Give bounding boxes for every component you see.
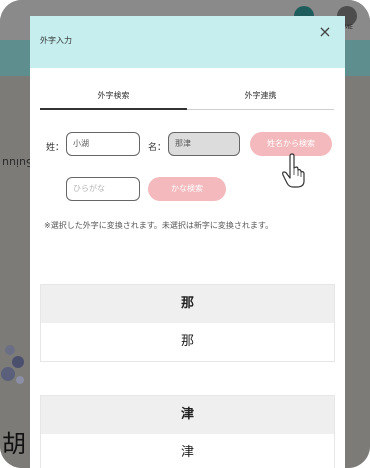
background-kanji: 胡 <box>2 430 26 458</box>
result-card-header: 津 <box>41 396 334 434</box>
surname-input[interactable]: 小湖 <box>66 132 140 156</box>
result-card: 津 津 <box>40 395 335 468</box>
tab-gaiji-search[interactable]: 外字検索 <box>40 86 187 110</box>
conversion-note: ※選択した外字に変換されます。未選択は新字に変換されます。 <box>44 221 274 230</box>
modal-header: 外字入力 × <box>30 16 345 68</box>
tab-gaiji-link[interactable]: 外字連携 <box>187 86 334 110</box>
result-card: 那 那 <box>40 284 335 362</box>
flower-decoration-icon <box>1 345 24 384</box>
kana-input[interactable]: ひらがな <box>66 177 140 201</box>
close-icon[interactable]: × <box>313 20 337 44</box>
given-name-input[interactable]: 那津 <box>168 132 240 156</box>
screen: ME Suiuu 胡 外字入力 × 外字検索 外字連携 姓： 小湖 名： 那津 … <box>0 0 370 468</box>
background-side-text: ME <box>344 24 353 31</box>
background-left-text: Suiuu <box>2 156 33 169</box>
tab-bar: 外字検索 外字連携 <box>40 86 335 110</box>
result-option[interactable]: 津 <box>41 434 334 468</box>
given-name-label: 名： <box>148 143 167 153</box>
hand-pointer-icon <box>282 153 305 188</box>
result-option[interactable]: 那 <box>41 323 334 361</box>
result-card-header: 那 <box>41 285 334 323</box>
kana-search-button[interactable]: かな検索 <box>148 177 226 201</box>
modal-title: 外字入力 <box>40 36 72 45</box>
surname-label: 姓： <box>46 143 65 153</box>
gaiji-input-modal: 外字入力 × 外字検索 外字連携 姓： 小湖 名： 那津 姓名から検索 ひらがな… <box>30 16 345 468</box>
